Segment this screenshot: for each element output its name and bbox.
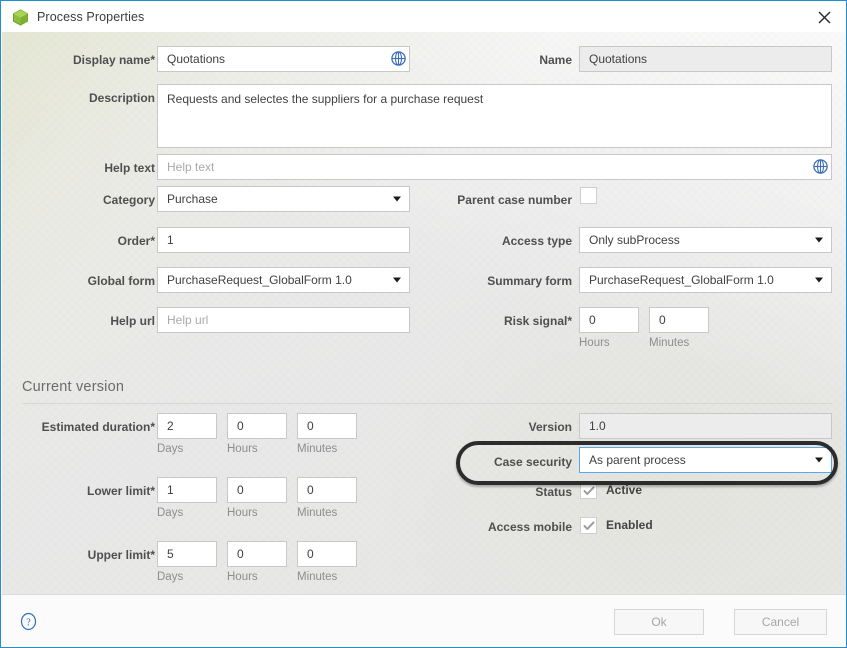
estimated-duration-hours-input[interactable]: 0: [227, 413, 287, 439]
status-label: Status: [535, 485, 572, 499]
order-input[interactable]: 1: [157, 227, 410, 253]
name-input: Quotations: [579, 46, 832, 72]
cancel-button[interactable]: Cancel: [734, 609, 827, 635]
summary-form-label: Summary form: [487, 274, 572, 288]
risk-signal-label: Risk signal*: [503, 314, 572, 328]
name-label: Name: [539, 53, 572, 67]
globe-icon[interactable]: [812, 158, 829, 175]
category-dropdown[interactable]: Purchase: [157, 186, 410, 212]
case-security-value: As parent process: [589, 453, 686, 467]
display-name-label: Display name*: [72, 53, 155, 67]
order-label: Order*: [117, 234, 155, 248]
upper-limit-minutes-input[interactable]: 0: [297, 541, 357, 567]
estimated-duration-hours-caption: Hours: [227, 443, 258, 455]
title-bar: Process Properties: [2, 2, 846, 32]
lower-limit-days-input[interactable]: 1: [157, 477, 217, 503]
estimated-duration-minutes-caption: Minutes: [297, 443, 338, 455]
risk-signal-hours-caption: Hours: [579, 337, 610, 349]
upper-limit-hours-caption: Hours: [227, 571, 258, 583]
display-name-input[interactable]: Quotations: [157, 46, 410, 72]
global-form-dropdown[interactable]: PurchaseRequest_GlobalForm 1.0: [157, 267, 410, 293]
risk-signal-minutes-caption: Minutes: [649, 337, 690, 349]
access-type-label: Access type: [501, 234, 572, 248]
process-cube-icon: [12, 8, 29, 26]
case-security-dropdown[interactable]: As parent process: [579, 447, 832, 473]
estimated-duration-label: Estimated duration*: [41, 420, 155, 434]
process-properties-dialog: Process Properties Display name* Quotati…: [0, 0, 847, 648]
lower-limit-hours-input[interactable]: 0: [227, 477, 287, 503]
lower-limit-minutes-input[interactable]: 0: [297, 477, 357, 503]
lower-limit-days-caption: Days: [157, 507, 184, 519]
help-url-input[interactable]: Help url: [157, 307, 410, 333]
chevron-down-icon: [393, 277, 401, 283]
lower-limit-label: Lower limit*: [86, 484, 155, 498]
upper-limit-days-input[interactable]: 5: [157, 541, 217, 567]
global-form-value: PurchaseRequest_GlobalForm 1.0: [167, 273, 352, 287]
upper-limit-days-caption: Days: [157, 571, 184, 583]
globe-icon[interactable]: [390, 50, 407, 67]
version-label: Version: [528, 420, 572, 434]
category-value: Purchase: [167, 192, 218, 206]
help-url-label: Help url: [110, 314, 155, 328]
question-mark-icon[interactable]: ?: [19, 612, 38, 631]
lower-limit-minutes-caption: Minutes: [297, 507, 338, 519]
parent-case-number-label: Parent case number: [457, 193, 572, 207]
estimated-duration-days-input[interactable]: 2: [157, 413, 217, 439]
chevron-down-icon: [815, 277, 823, 283]
risk-signal-hours-input[interactable]: 0: [579, 307, 639, 333]
description-label: Description: [88, 91, 155, 105]
upper-limit-label: Upper limit*: [87, 548, 155, 562]
dialog-footer: ? Ok Cancel: [2, 594, 846, 647]
close-icon[interactable]: [801, 2, 846, 32]
estimated-duration-minutes-input[interactable]: 0: [297, 413, 357, 439]
version-input: 1.0: [579, 413, 832, 439]
section-divider: [22, 403, 832, 404]
summary-form-value: PurchaseRequest_GlobalForm 1.0: [589, 273, 774, 287]
svg-text:?: ?: [26, 617, 31, 628]
current-version-section-title: Current version: [22, 379, 125, 395]
description-textarea[interactable]: Requests and selectes the suppliers for …: [157, 84, 832, 148]
status-checkbox-label: Active: [606, 483, 643, 497]
status-checkbox[interactable]: [580, 482, 597, 499]
dialog-body: Display name* Quotations Name Quotations…: [2, 32, 846, 594]
upper-limit-minutes-caption: Minutes: [297, 571, 338, 583]
upper-limit-hours-input[interactable]: 0: [227, 541, 287, 567]
case-security-label: Case security: [493, 455, 572, 469]
access-mobile-label: Access mobile: [487, 520, 572, 534]
chevron-down-icon: [815, 237, 823, 243]
category-label: Category: [102, 193, 155, 207]
access-mobile-checkbox-label: Enabled: [606, 518, 653, 532]
estimated-duration-days-caption: Days: [157, 443, 184, 455]
risk-signal-minutes-input[interactable]: 0: [649, 307, 709, 333]
chevron-down-icon: [815, 457, 823, 463]
global-form-label: Global form: [87, 274, 155, 288]
lower-limit-hours-caption: Hours: [227, 507, 258, 519]
summary-form-dropdown[interactable]: PurchaseRequest_GlobalForm 1.0: [579, 267, 832, 293]
help-text-input[interactable]: Help text: [157, 154, 832, 180]
help-text-label: Help text: [104, 161, 155, 175]
access-type-value: Only subProcess: [589, 233, 680, 247]
parent-case-number-checkbox[interactable]: [580, 187, 597, 204]
access-type-dropdown[interactable]: Only subProcess: [579, 227, 832, 253]
window-title: Process Properties: [37, 10, 145, 24]
chevron-down-icon: [393, 196, 401, 202]
access-mobile-checkbox[interactable]: [580, 517, 597, 534]
ok-button[interactable]: Ok: [614, 609, 704, 635]
